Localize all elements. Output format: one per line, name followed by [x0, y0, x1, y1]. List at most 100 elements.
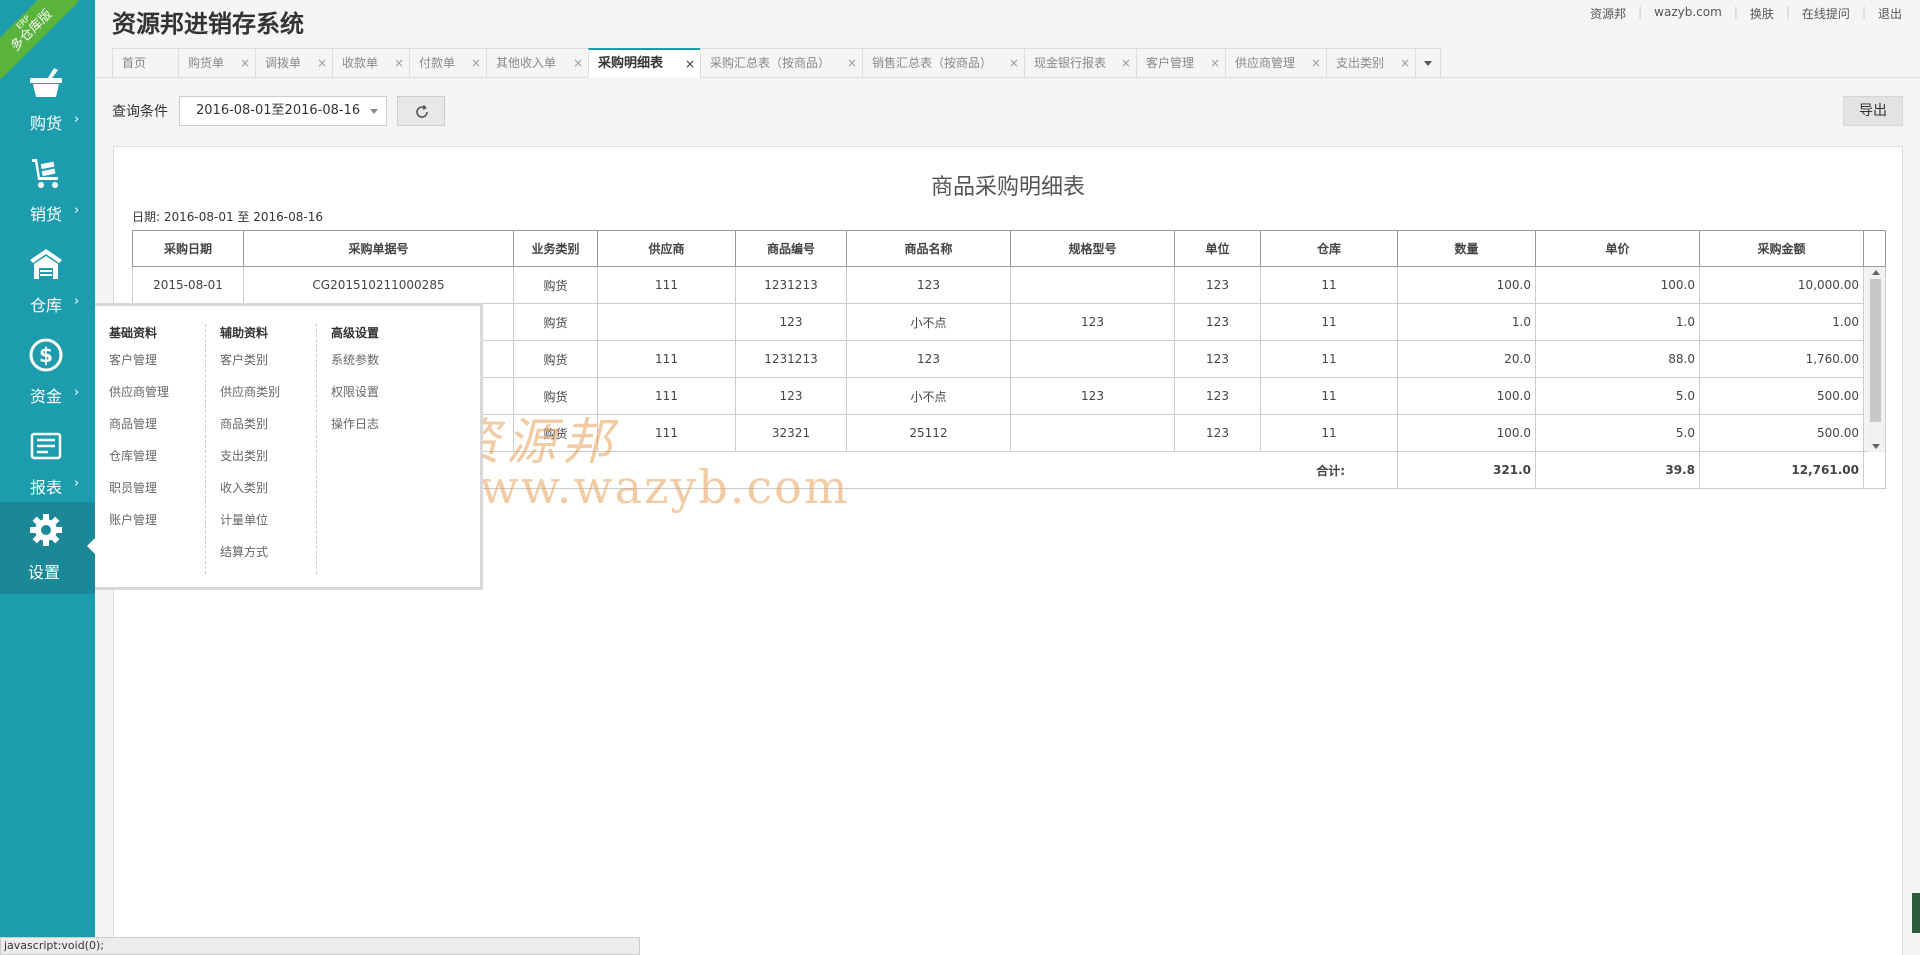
- close-icon[interactable]: ×: [317, 49, 327, 77]
- report-date-range: 日期: 2016-08-01 至 2016-08-16: [132, 210, 323, 224]
- cell-amount: 10,000.00: [1699, 266, 1864, 304]
- export-button[interactable]: 导出: [1843, 96, 1903, 126]
- cell-price: 1.0: [1535, 303, 1700, 341]
- close-icon[interactable]: ×: [685, 50, 695, 78]
- cell-warehouse: 11: [1260, 340, 1398, 378]
- cell-qty: 1.0: [1397, 303, 1536, 341]
- column-header[interactable]: 单位: [1174, 230, 1261, 267]
- tab-expense-category[interactable]: 支出类别 ×: [1326, 48, 1415, 78]
- column-header[interactable]: 采购单据号: [243, 230, 514, 267]
- close-icon[interactable]: ×: [394, 49, 404, 77]
- close-icon[interactable]: ×: [1210, 49, 1220, 77]
- close-icon[interactable]: ×: [847, 49, 857, 77]
- top-link-help[interactable]: 在线提问: [1802, 5, 1850, 22]
- close-icon[interactable]: ×: [1009, 49, 1019, 77]
- column-header[interactable]: 数量: [1397, 230, 1536, 267]
- close-icon[interactable]: ×: [240, 49, 250, 77]
- tab-cash-bank[interactable]: 现金银行报表 ×: [1024, 48, 1136, 78]
- table-scrollbar[interactable]: [1868, 267, 1884, 452]
- cell-type: 购货: [513, 266, 598, 304]
- refresh-icon: [416, 104, 428, 118]
- sidebar-item-label: 仓库: [30, 296, 63, 315]
- refresh-button[interactable]: [397, 96, 445, 126]
- top-links: 资源邦 | wazyb.com | 换肤 | 在线提问 | 退出: [1590, 5, 1902, 22]
- close-icon[interactable]: ×: [1311, 49, 1321, 77]
- cell-doc-no[interactable]: CG201510211000285: [243, 266, 514, 304]
- column-header[interactable]: 商品编号: [735, 230, 847, 267]
- sidebar: ERP 多仓库版 购货 › 销货 › 仓库 › $ 资金 › 报表 › 设置: [0, 0, 95, 955]
- menu-item-customers[interactable]: 客户管理: [109, 344, 169, 376]
- tab-sales-summary[interactable]: 销售汇总表（按商品） ×: [862, 48, 1024, 78]
- tab-customers[interactable]: 客户管理 ×: [1136, 48, 1225, 78]
- close-icon[interactable]: ×: [573, 49, 583, 77]
- tab-receipt[interactable]: 收款单 ×: [332, 48, 409, 78]
- column-header[interactable]: 采购日期: [132, 230, 244, 267]
- top-link-logout[interactable]: 退出: [1878, 5, 1902, 22]
- column-header[interactable]: 商品名称: [846, 230, 1011, 267]
- menu-item-permissions[interactable]: 权限设置: [331, 376, 379, 408]
- scrollbar-thumb[interactable]: [1870, 279, 1881, 422]
- tab-other-income[interactable]: 其他收入单 ×: [486, 48, 588, 78]
- tab-label: 付款单: [419, 56, 456, 70]
- cell-type: 购货: [513, 340, 598, 378]
- menu-item-staff[interactable]: 职员管理: [109, 472, 169, 504]
- menu-item-product-category[interactable]: 商品类别: [220, 408, 280, 440]
- tab-purchase-order[interactable]: 购货单 ×: [178, 48, 255, 78]
- sidebar-item-settings[interactable]: 设置: [0, 502, 95, 594]
- tab-transfer-order[interactable]: 调拨单 ×: [255, 48, 332, 78]
- total-price: 39.8: [1535, 451, 1700, 489]
- cell-item-name: 123: [846, 266, 1011, 304]
- sidebar-item-label: 销货: [30, 205, 63, 224]
- cell-warehouse: 11: [1260, 377, 1398, 415]
- report-icon: [30, 432, 62, 460]
- menu-item-suppliers[interactable]: 供应商管理: [109, 376, 169, 408]
- menu-item-accounts[interactable]: 账户管理: [109, 504, 169, 536]
- menu-item-settlement[interactable]: 结算方式: [220, 536, 280, 568]
- menu-item-products[interactable]: 商品管理: [109, 408, 169, 440]
- cell-price: 5.0: [1535, 377, 1700, 415]
- sidebar-item-reports[interactable]: 报表 ›: [0, 416, 95, 508]
- close-icon[interactable]: ×: [1121, 49, 1131, 77]
- report-title: 商品采购明细表: [930, 175, 1085, 200]
- scroll-down-arrow-icon[interactable]: [1872, 444, 1880, 449]
- top-link-home[interactable]: 资源邦: [1590, 5, 1626, 22]
- column-header[interactable]: 采购金额: [1699, 230, 1864, 267]
- flyout-heading: 基础资料: [109, 326, 158, 340]
- menu-item-operation-log[interactable]: 操作日志: [331, 408, 379, 440]
- tab-suppliers[interactable]: 供应商管理 ×: [1225, 48, 1326, 78]
- tab-label: 收款单: [342, 56, 379, 70]
- menu-item-supplier-category[interactable]: 供应商类别: [220, 376, 280, 408]
- tab-payment[interactable]: 付款单 ×: [409, 48, 486, 78]
- top-link-skin[interactable]: 换肤: [1750, 5, 1774, 22]
- tab-purchase-detail[interactable]: 采购明细表 ×: [588, 48, 700, 78]
- cell-qty: 20.0: [1397, 340, 1536, 378]
- menu-pointer: [87, 538, 95, 554]
- column-header[interactable]: 单价: [1535, 230, 1700, 267]
- tab-label: 首页: [122, 56, 147, 70]
- cell-amount: 1,760.00: [1699, 340, 1864, 378]
- column-header[interactable]: 规格型号: [1010, 230, 1175, 267]
- menu-item-customer-category[interactable]: 客户类别: [220, 344, 280, 376]
- sidebar-item-funds[interactable]: $ 资金 ›: [0, 325, 95, 417]
- close-icon[interactable]: ×: [471, 49, 481, 77]
- menu-item-warehouses[interactable]: 仓库管理: [109, 440, 169, 472]
- sidebar-item-sales[interactable]: 销货 ›: [0, 143, 95, 235]
- scroll-up-arrow-icon[interactable]: [1872, 270, 1880, 275]
- sidebar-item-warehouse[interactable]: 仓库 ›: [0, 234, 95, 326]
- cell-price: 5.0: [1535, 414, 1700, 452]
- menu-item-system-params[interactable]: 系统参数: [331, 344, 379, 376]
- top-link-site[interactable]: wazyb.com: [1654, 5, 1722, 22]
- menu-item-income-category[interactable]: 收入类别: [220, 472, 280, 504]
- date-range-select[interactable]: 2016-08-01至2016-08-16: [179, 96, 387, 126]
- close-icon[interactable]: ×: [1400, 49, 1410, 77]
- column-header[interactable]: 仓库: [1260, 230, 1398, 267]
- column-header[interactable]: 供应商: [597, 230, 736, 267]
- tab-home[interactable]: 首页: [112, 48, 178, 78]
- menu-item-units[interactable]: 计量单位: [220, 504, 280, 536]
- tab-overflow-button[interactable]: [1415, 48, 1441, 78]
- tab-purchase-summary[interactable]: 采购汇总表（按商品） ×: [700, 48, 862, 78]
- column-header[interactable]: 业务类别: [513, 230, 598, 267]
- ribbon-erp-text: ERP: [14, 13, 32, 31]
- table-row[interactable]: 2015-08-01 CG201510211000285 购货 111 1231…: [132, 266, 1886, 452]
- menu-item-expense-category[interactable]: 支出类别: [220, 440, 280, 472]
